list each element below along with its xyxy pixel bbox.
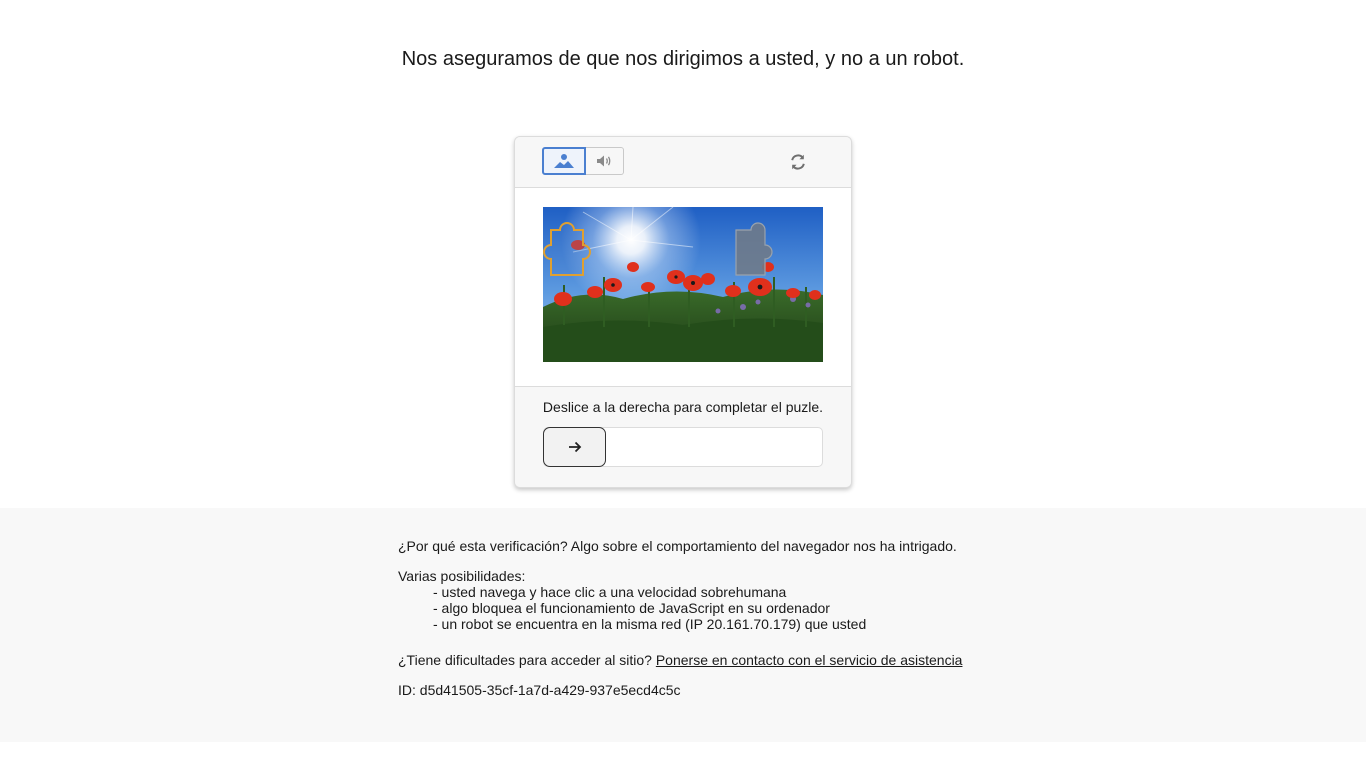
possibilities-title: Varias posibilidades: <box>398 568 526 584</box>
speaker-icon <box>596 155 610 167</box>
support-line: ¿Tiene dificultades para acceder al siti… <box>398 652 1098 668</box>
refresh-icon <box>791 154 805 170</box>
possibilities-list: - usted navega y hace clic a una velocid… <box>398 584 1098 632</box>
list-item: - algo bloquea el funcionamiento de Java… <box>433 600 830 616</box>
slider-handle[interactable] <box>543 427 606 467</box>
explanation-section: ¿Por qué esta verificación? Algo sobre e… <box>0 508 1366 742</box>
explanation-content: ¿Por qué esta verificación? Algo sobre e… <box>398 538 1098 698</box>
list-item: - un robot se encuentra en la misma red … <box>433 616 867 632</box>
arrow-right-icon <box>568 441 581 453</box>
list-item: - usted navega y hace clic a una velocid… <box>433 584 787 600</box>
captcha-toolbar <box>515 137 851 188</box>
support-link[interactable]: Ponerse en contacto con el servicio de a… <box>656 652 963 668</box>
why-text: ¿Por qué esta verificación? Algo sobre e… <box>398 538 957 554</box>
request-id: ID: d5d41505-35cf-1a7d-a429-937e5ecd4c5c <box>398 682 681 698</box>
support-question: ¿Tiene dificultades para acceder al siti… <box>398 652 656 668</box>
puzzle-area <box>515 188 851 387</box>
refresh-button[interactable] <box>787 151 809 173</box>
image-mode-button[interactable] <box>542 147 586 175</box>
slider-instruction: Deslice a la derecha para completar el p… <box>542 399 824 415</box>
image-icon <box>554 154 574 168</box>
slider-area: Deslice a la derecha para completar el p… <box>515 387 851 487</box>
audio-mode-button[interactable] <box>586 147 624 175</box>
puzzle-image <box>543 207 823 362</box>
page-headline: Nos aseguramos de que nos dirigimos a us… <box>401 48 965 70</box>
captcha-widget: Deslice a la derecha para completar el p… <box>514 136 852 488</box>
